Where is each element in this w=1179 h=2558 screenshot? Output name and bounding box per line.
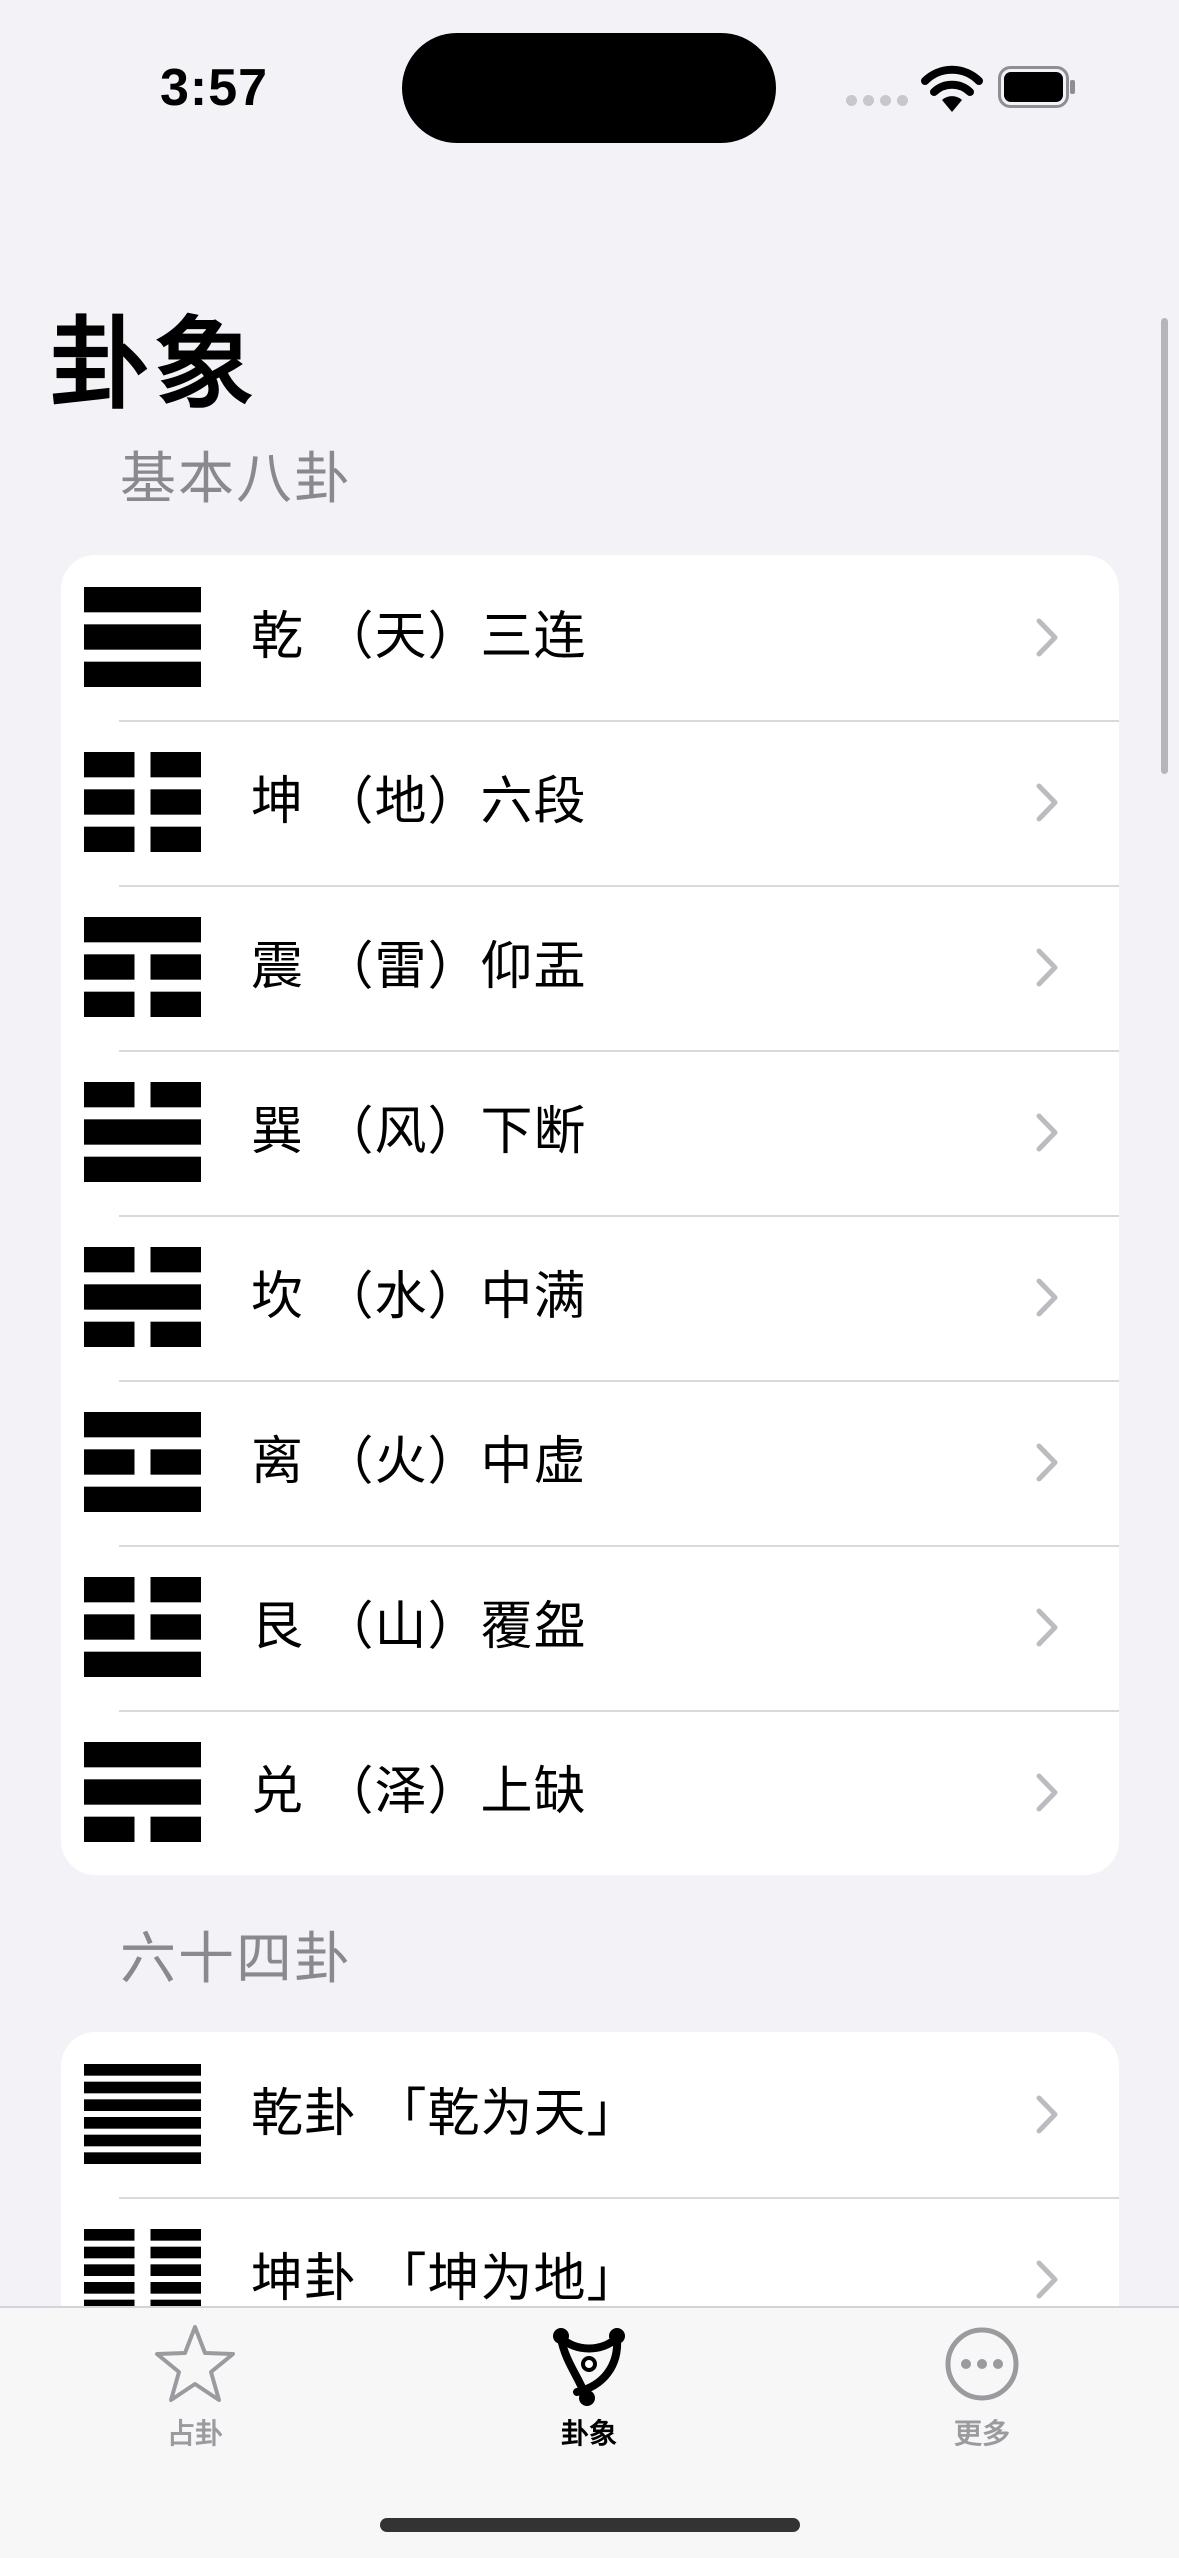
chevron-right-icon	[1036, 783, 1058, 822]
chevron-right-icon	[1036, 1773, 1058, 1812]
tab-more[interactable]: 更多	[902, 2322, 1062, 2452]
chevron-right-icon	[1036, 2095, 1058, 2134]
scroll-indicator[interactable]	[1161, 318, 1168, 774]
list-row[interactable]: 巽 （风）下断	[61, 1050, 1119, 1215]
list-row[interactable]: 兑 （泽）上缺	[61, 1710, 1119, 1875]
page-title: 卦象	[50, 306, 258, 423]
ellipsis-circle-icon	[945, 2327, 1019, 2401]
row-label: 震 （雷）仰盂	[251, 937, 587, 997]
trigram-icon	[84, 1742, 201, 1842]
battery-icon	[998, 66, 1075, 108]
tab-label: 卦象	[560, 2417, 617, 2450]
trigram-icon	[84, 1247, 201, 1347]
row-label: 坤 （地）六段	[251, 772, 587, 832]
row-label: 乾 （天）三连	[251, 607, 587, 667]
wifi-icon	[921, 65, 983, 112]
dynamic-island	[402, 33, 776, 143]
trigram-icon	[84, 917, 201, 1017]
status-time: 3:57	[160, 59, 269, 117]
basic-trigram-list: 乾 （天）三连坤 （地）六段震 （雷）仰盂巽 （风）下断坎 （水）中满离 （火）…	[61, 555, 1119, 1875]
list-row[interactable]: 震 （雷）仰盂	[61, 885, 1119, 1050]
chevron-right-icon	[1036, 948, 1058, 987]
chevron-right-icon	[1036, 2260, 1058, 2299]
chevron-right-icon	[1036, 618, 1058, 657]
row-label: 兑 （泽）上缺	[251, 1762, 587, 1822]
chevron-right-icon	[1036, 1113, 1058, 1152]
chevron-right-icon	[1036, 1443, 1058, 1482]
trigram-icon	[84, 1412, 201, 1512]
list-row[interactable]: 乾卦 「乾为天」	[61, 2032, 1119, 2197]
list-row[interactable]: 坤 （地）六段	[61, 720, 1119, 885]
row-label: 巽 （风）下断	[251, 1102, 587, 1162]
list-row[interactable]: 乾 （天）三连	[61, 555, 1119, 720]
list-row[interactable]: 艮 （山）覆盌	[61, 1545, 1119, 1710]
trigram-emblem-icon	[553, 2328, 625, 2406]
tab-label: 占卦	[166, 2417, 223, 2450]
row-label: 坎 （水）中满	[251, 1267, 587, 1327]
star-icon	[155, 2325, 235, 2402]
tab-divination[interactable]: 占卦	[115, 2322, 275, 2452]
trigram-icon	[84, 1082, 201, 1182]
trigram-icon	[84, 752, 201, 852]
hexagram-icon	[84, 2064, 201, 2164]
section-header-sixty-four: 六十四卦	[120, 1927, 352, 1992]
row-label: 离 （火）中虚	[251, 1432, 587, 1492]
row-label: 乾卦 「乾为天」	[251, 2084, 640, 2144]
home-indicator[interactable]	[380, 2518, 800, 2532]
trigram-icon	[84, 587, 201, 687]
chevron-right-icon	[1036, 1608, 1058, 1647]
trigram-icon	[84, 1577, 201, 1677]
row-label: 艮 （山）覆盌	[251, 1597, 587, 1657]
chevron-right-icon	[1036, 1278, 1058, 1317]
list-row[interactable]: 离 （火）中虚	[61, 1380, 1119, 1545]
section-header-basic: 基本八卦	[120, 447, 352, 512]
cellular-signal-icon	[846, 95, 908, 106]
tab-trigrams[interactable]: 卦象	[509, 2322, 669, 2452]
list-row[interactable]: 坎 （水）中满	[61, 1215, 1119, 1380]
tab-label: 更多	[953, 2417, 1010, 2450]
